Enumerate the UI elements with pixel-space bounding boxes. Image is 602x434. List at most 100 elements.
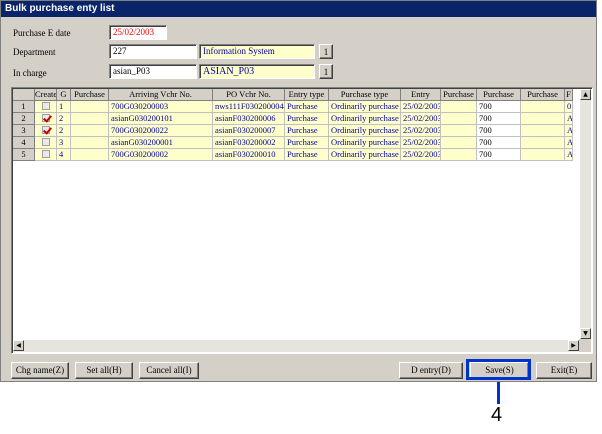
row-number[interactable]: 1 xyxy=(13,101,35,113)
grid-cell-po[interactable]: nws111F030200004 xyxy=(213,101,285,113)
vertical-scrollbar[interactable]: ▲ ▼ xyxy=(580,89,591,339)
grid-cell-g[interactable]: 1 xyxy=(57,101,71,113)
grid-cell-po[interactable]: asianF030200002 xyxy=(213,137,285,149)
create-checkbox-cell[interactable] xyxy=(35,149,57,161)
grid-header-cell[interactable]: F xyxy=(565,89,573,101)
row-number[interactable]: 2 xyxy=(13,113,35,125)
department-code-field[interactable]: 227 xyxy=(109,44,197,59)
grid-cell-arriving[interactable]: 700G030200022 xyxy=(109,125,213,137)
grid-cell-entry[interactable]: 25/02/2003 xyxy=(401,137,441,149)
row-number[interactable]: 3 xyxy=(13,125,35,137)
grid-cell-entry-type[interactable]: Purchase xyxy=(285,101,329,113)
grid-cell-purchase3[interactable]: 700 xyxy=(477,149,521,161)
grid-cell-arriving[interactable]: asianG030200001 xyxy=(109,137,213,149)
grid-cell-purchase[interactable] xyxy=(71,149,109,161)
scroll-left-icon[interactable]: ◀ xyxy=(13,340,24,351)
grid-cell-purchase[interactable] xyxy=(71,125,109,137)
grid-cell-last[interactable]: A xyxy=(565,113,573,125)
grid-cell-g[interactable]: 2 xyxy=(57,125,71,137)
unchecked-checkbox-icon[interactable] xyxy=(41,138,50,146)
grid-cell-entry[interactable]: 25/02/2003 xyxy=(401,113,441,125)
set-all-button[interactable]: Set all(H) xyxy=(75,362,133,379)
create-checkbox-cell[interactable] xyxy=(35,137,57,149)
grid-cell-purchase3[interactable]: 700 xyxy=(477,137,521,149)
grid-cell-purchase4[interactable] xyxy=(521,149,565,161)
grid-header-cell[interactable]: Purchase xyxy=(441,89,477,101)
grid-header-cell[interactable]: Arriving Vchr No. xyxy=(109,89,213,101)
grid-header-cell[interactable]: PO Vchr No. xyxy=(213,89,285,101)
grid-cell-purchase4[interactable] xyxy=(521,113,565,125)
grid-header-cell[interactable]: Purchase xyxy=(521,89,565,101)
grid-header-cell[interactable]: Purchase xyxy=(477,89,521,101)
grid-cell-g[interactable]: 2 xyxy=(57,113,71,125)
grid-cell-entry-type[interactable]: Purchase xyxy=(285,137,329,149)
grid-cell-entry-type[interactable]: Purchase xyxy=(285,125,329,137)
create-checkbox-cell[interactable] xyxy=(35,125,57,137)
grid-cell-entry[interactable]: 25/02/2003 xyxy=(401,149,441,161)
grid-cell-purchase2[interactable] xyxy=(441,125,477,137)
grid-cell-po[interactable]: asianF030200007 xyxy=(213,125,285,137)
grid-cell-g[interactable]: 3 xyxy=(57,137,71,149)
grid-cell-g[interactable]: 4 xyxy=(57,149,71,161)
create-checkbox-cell[interactable] xyxy=(35,101,57,113)
checked-checkbox-icon[interactable] xyxy=(41,126,50,134)
grid-header-cell[interactable]: Entry xyxy=(401,89,441,101)
grid-cell-purchase-type[interactable]: Ordinarily purchase xyxy=(329,125,401,137)
grid-cell-purchase2[interactable] xyxy=(441,101,477,113)
horizontal-scrollbar[interactable]: ◀ ▶ xyxy=(13,340,579,352)
grid-cell-purchase[interactable] xyxy=(71,101,109,113)
grid-cell-last[interactable]: A xyxy=(565,125,573,137)
grid-cell-entry-type[interactable]: Purchase xyxy=(285,113,329,125)
table-row[interactable]: 2 2 asianG030200101 asianF030200006 Purchase… xyxy=(13,113,573,125)
grid-cell-purchase3[interactable]: 700 xyxy=(477,101,521,113)
department-lookup-button[interactable]: 1 xyxy=(319,44,333,59)
grid-cell-po[interactable]: asianF030200010 xyxy=(213,149,285,161)
table-row[interactable]: 1 1 700G030200003 nws111F030200004 Purchase O… xyxy=(13,101,573,113)
scroll-right-icon[interactable]: ▶ xyxy=(568,340,579,351)
grid-header-cell[interactable] xyxy=(13,89,35,101)
grid-cell-last[interactable]: 0 xyxy=(565,101,573,113)
grid-cell-purchase3[interactable]: 700 xyxy=(477,125,521,137)
purchase-grid[interactable]: Create G Purchase Arriving Vchr No. PO Vchr … xyxy=(11,87,593,354)
in-charge-code-field[interactable]: asian_P03 xyxy=(109,64,197,79)
d-entry-button[interactable]: D entry(D) xyxy=(399,362,463,379)
grid-cell-purchase-type[interactable]: Ordinarily purchase xyxy=(329,137,401,149)
grid-cell-arriving[interactable]: 700G030200003 xyxy=(109,101,213,113)
grid-cell-purchase2[interactable] xyxy=(441,137,477,149)
grid-cell-purchase-type[interactable]: Ordinarily purchase xyxy=(329,113,401,125)
grid-cell-purchase-type[interactable]: Ordinarily purchase xyxy=(329,149,401,161)
scroll-up-icon[interactable]: ▲ xyxy=(580,89,591,100)
grid-header-cell[interactable]: G xyxy=(57,89,71,101)
unchecked-checkbox-icon[interactable] xyxy=(41,150,50,158)
scroll-down-icon[interactable]: ▼ xyxy=(580,328,591,339)
grid-cell-purchase[interactable] xyxy=(71,137,109,149)
grid-cell-purchase2[interactable] xyxy=(441,113,477,125)
grid-cell-entry[interactable]: 25/02/2003 xyxy=(401,125,441,137)
grid-cell-purchase2[interactable] xyxy=(441,149,477,161)
grid-cell-purchase4[interactable] xyxy=(521,101,565,113)
row-number[interactable]: 5 xyxy=(13,149,35,161)
grid-header-cell[interactable]: Purchase xyxy=(71,89,109,101)
checked-checkbox-icon[interactable] xyxy=(41,114,50,122)
grid-cell-arriving[interactable]: asianG030200101 xyxy=(109,113,213,125)
unchecked-checkbox-icon[interactable] xyxy=(41,102,50,110)
table-row[interactable]: 3 2 700G030200022 asianF030200007 Purchase Or… xyxy=(13,125,573,137)
row-number[interactable]: 4 xyxy=(13,137,35,149)
grid-cell-purchase-type[interactable]: Ordinarily purchase xyxy=(329,101,401,113)
grid-cell-last[interactable]: A xyxy=(565,137,573,149)
in-charge-lookup-button[interactable]: 1 xyxy=(319,64,333,79)
create-checkbox-cell[interactable] xyxy=(35,113,57,125)
table-row[interactable]: 4 3 asianG030200001 asianF030200002 Purchase… xyxy=(13,137,573,149)
chg-name-button[interactable]: Chg name(Z) xyxy=(11,362,69,379)
grid-cell-entry[interactable]: 25/02/2003 xyxy=(401,101,441,113)
grid-header-cell[interactable]: Purchase type xyxy=(329,89,401,101)
grid-cell-purchase4[interactable] xyxy=(521,137,565,149)
grid-cell-po[interactable]: asianF030200006 xyxy=(213,113,285,125)
cancel-all-button[interactable]: Cancel all(I) xyxy=(139,362,199,379)
table-row[interactable]: 5 4 700G030200002 asianF030200010 Purchase Or… xyxy=(13,149,573,161)
grid-cell-last[interactable]: A xyxy=(565,149,573,161)
grid-cell-purchase4[interactable] xyxy=(521,125,565,137)
grid-cell-entry-type[interactable]: Purchase xyxy=(285,149,329,161)
exit-button[interactable]: Exit(E) xyxy=(536,362,592,379)
grid-cell-arriving[interactable]: 700G030200002 xyxy=(109,149,213,161)
